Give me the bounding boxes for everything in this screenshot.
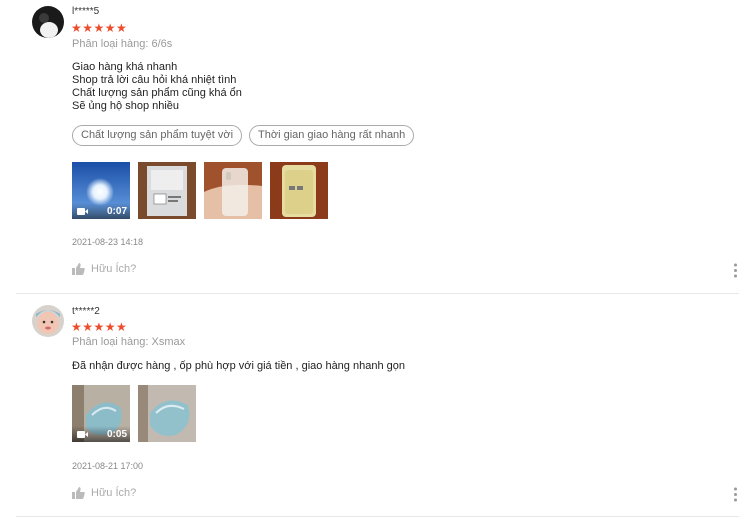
helpful-label: Hữu Ích?	[91, 487, 137, 499]
review-date: 2021-08-21 17:00	[72, 461, 144, 471]
review-divider	[16, 516, 739, 517]
video-overlay: 0:05	[72, 426, 130, 442]
review-tag[interactable]: Chất lượng sản phẩm tuyệt vời	[72, 125, 243, 146]
star-rating: ★★★★★	[71, 21, 128, 35]
video-duration: 0:05	[106, 429, 127, 440]
helpful-button[interactable]: Hữu Ích?	[72, 263, 136, 275]
comment-line: Shop trả lời câu hỏi khá nhiệt tình	[72, 74, 237, 86]
thumbs-up-icon	[72, 263, 85, 275]
review-comment: Đã nhận được hàng , ốp phù hợp với giá t…	[72, 360, 405, 373]
video-camera-icon	[77, 431, 88, 438]
review-media: 0:05	[72, 385, 196, 442]
video-overlay: 0:07	[72, 203, 130, 219]
product-variant: Phân loại hàng: 6/6s	[72, 38, 173, 50]
comment-line: Giao hàng khá nhanh	[72, 61, 178, 73]
review-divider	[16, 293, 739, 294]
more-options-icon[interactable]	[733, 263, 738, 278]
comment-line: Sẽ ủng hộ shop nhiều	[72, 100, 180, 112]
reviewer-username: l*****5	[72, 6, 100, 17]
avatar[interactable]	[32, 6, 64, 38]
review-image-thumbnail[interactable]	[204, 162, 262, 219]
review-video-thumbnail[interactable]: 0:07	[72, 162, 130, 219]
video-camera-icon	[77, 208, 88, 215]
review-comment: Giao hàng khá nhanh Shop trả lời câu hỏi…	[72, 61, 242, 113]
more-options-icon[interactable]	[733, 487, 738, 502]
video-duration: 0:07	[106, 206, 127, 217]
review-tag[interactable]: Thời gian giao hàng rất nhanh	[249, 125, 415, 146]
review-image-thumbnail[interactable]	[138, 385, 196, 442]
review-media: 0:07	[72, 162, 328, 219]
helpful-button[interactable]: Hữu Ích?	[72, 487, 136, 499]
review-date: 2021-08-23 14:18	[72, 237, 144, 247]
review-video-thumbnail[interactable]: 0:05	[72, 385, 130, 442]
review-tags: Chất lượng sản phẩm tuyệt vời Thời gian …	[72, 125, 415, 146]
star-rating: ★★★★★	[71, 320, 128, 334]
comment-line: Chất lượng sản phẩm cũng khá ổn	[72, 87, 242, 99]
reviewer-username: t*****2	[72, 306, 100, 317]
comment-line: Đã nhận được hàng , ốp phù hợp với giá t…	[72, 360, 405, 372]
avatar[interactable]	[32, 305, 64, 337]
review-image-thumbnail[interactable]	[270, 162, 328, 219]
product-variant: Phân loại hàng: Xsmax	[72, 336, 186, 348]
helpful-label: Hữu Ích?	[91, 263, 137, 275]
thumbs-up-icon	[72, 487, 85, 499]
review-image-thumbnail[interactable]	[138, 162, 196, 219]
